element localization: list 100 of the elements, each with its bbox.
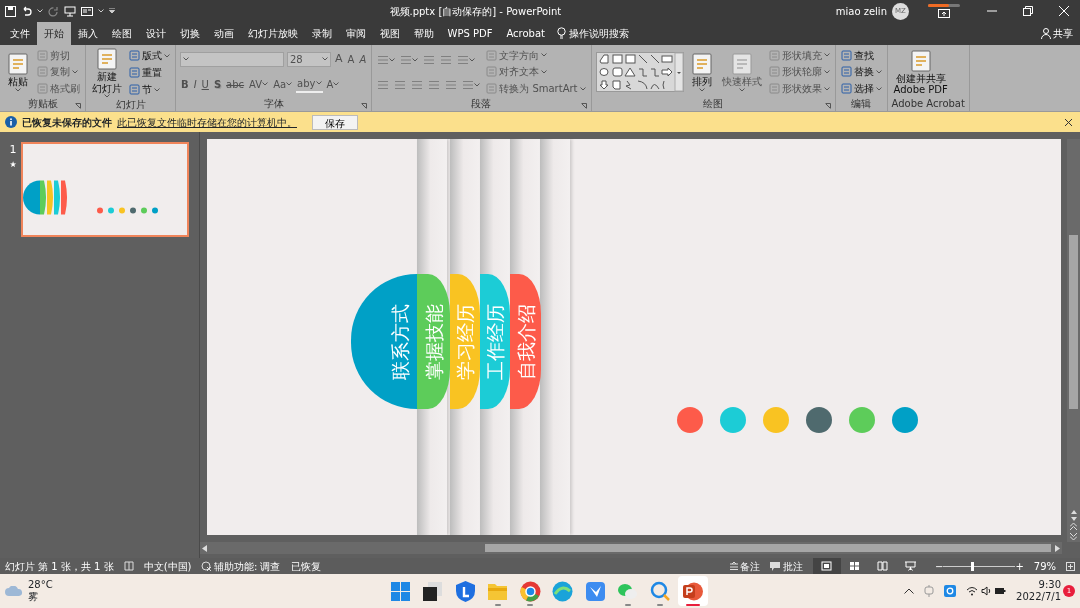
ribbon-button[interactable]: 创建并共享 Adobe PDF	[891, 48, 950, 96]
group-label: Adobe Acrobat	[891, 98, 965, 109]
zoom-in-button[interactable]: +	[1015, 558, 1024, 574]
tool-icon	[37, 49, 48, 61]
ribbon-display-icon[interactable]	[938, 9, 950, 18]
caret-icon	[183, 57, 189, 62]
lightbulb-icon	[557, 27, 566, 40]
ribbon-tab[interactable]: Acrobat	[499, 22, 552, 45]
weather-temperature[interactable]: 28°C	[28, 579, 53, 591]
tell-me-search[interactable]: 操作说明搜索	[568, 26, 629, 41]
save-icon[interactable]	[5, 5, 16, 17]
ribbon-tab[interactable]: 文件	[2, 22, 37, 45]
arrow-left-icon[interactable]	[202, 544, 207, 552]
presenter-icon[interactable]	[64, 5, 76, 17]
launcher-icon[interactable]	[824, 103, 831, 109]
ribbon-tab[interactable]: 绘图	[104, 22, 139, 45]
ribbon-tab[interactable]: 审阅	[338, 22, 373, 45]
lines-icon	[440, 54, 453, 65]
launcher-icon[interactable]	[361, 103, 368, 109]
ribbon-button[interactable]: 版式	[128, 50, 171, 61]
fit-slide-icon[interactable]	[1066, 561, 1075, 571]
zoom-out-button[interactable]: −	[935, 558, 944, 574]
caret-icon	[154, 87, 160, 92]
arrow-down-icon[interactable]	[1070, 516, 1077, 521]
ribbon-button[interactable]: 重置	[128, 67, 163, 78]
accessibility-icon[interactable]	[201, 561, 212, 571]
ribbon-button[interactable]: 粘贴	[4, 52, 32, 92]
chevron-up-icon[interactable]	[904, 588, 915, 594]
ribbon-tab[interactable]: 视图	[372, 22, 407, 45]
launcher-icon[interactable]	[75, 103, 81, 109]
accessibility-status[interactable]: 辅助功能: 调查	[213, 558, 281, 574]
clock-date[interactable]: 2022/7/1	[1016, 591, 1061, 604]
ribbon-tab[interactable]: 帮助	[406, 22, 441, 45]
launcher-icon[interactable]	[580, 103, 587, 109]
save-button[interactable]: 保存	[312, 114, 358, 130]
arrow-right-icon[interactable]	[1055, 544, 1060, 552]
slide-thumbnail[interactable]	[20, 142, 189, 237]
ribbon-tab[interactable]: 开始	[36, 22, 71, 45]
ribbon-tab[interactable]: 录制	[304, 22, 339, 45]
scroll-thumb[interactable]	[1069, 235, 1078, 409]
page-icon	[6, 52, 30, 77]
group-label: 剪贴板	[27, 98, 58, 109]
ribbon-tab[interactable]: 幻灯片放映	[240, 22, 305, 45]
device-icon[interactable]	[924, 585, 935, 597]
spelling-icon[interactable]	[123, 561, 134, 571]
group-label: 字体	[263, 98, 284, 109]
ribbon-tab[interactable]: WPS PDF	[440, 22, 500, 45]
ribbon-tab[interactable]: 动画	[206, 22, 241, 45]
ribbon-tab[interactable]: 切换	[172, 22, 207, 45]
lines-icon	[457, 54, 470, 65]
ribbon-tab[interactable]: 插入	[70, 22, 105, 45]
ribbon-button[interactable]: 排列	[687, 52, 716, 92]
zoom-slider-thumb[interactable]	[971, 561, 975, 571]
scroll-thumb[interactable]	[485, 544, 1051, 552]
shape-gallery[interactable]	[595, 52, 684, 92]
section-label: 工作经历	[483, 303, 507, 382]
restore-icon[interactable]	[1023, 6, 1033, 16]
running-indicator	[685, 604, 700, 606]
info-link[interactable]: 此已恢复文件临时存储在您的计算机中。	[117, 114, 297, 130]
customize-icon[interactable]	[109, 8, 115, 14]
ribbon-button[interactable]: 新建 幻灯片	[90, 47, 124, 98]
ribbon-tab[interactable]: 设计	[138, 22, 173, 45]
lines-icon	[411, 79, 424, 90]
ribbon-button[interactable]: 选择	[839, 83, 883, 95]
next-slide-icon[interactable]	[1070, 532, 1077, 540]
arrow-up-icon[interactable]	[1070, 510, 1077, 514]
speaker-icon[interactable]	[980, 586, 992, 596]
comment-icon	[770, 561, 781, 571]
caret-icon	[469, 57, 476, 62]
share-button[interactable]: 共享	[1033, 22, 1080, 45]
previous-slide-icon[interactable]	[1070, 523, 1077, 530]
caret-icon	[72, 70, 78, 74]
battery-icon[interactable]	[994, 586, 1007, 596]
undo-icon[interactable]	[21, 5, 32, 17]
caret-icon	[474, 82, 481, 87]
clock-time[interactable]: 9:30	[1038, 578, 1061, 591]
ribbon-button[interactable]: 节	[128, 84, 161, 95]
language-status[interactable]: 中文(中国)	[143, 558, 192, 574]
comments-button[interactable]: 批注	[770, 558, 803, 574]
running-indicator	[494, 604, 501, 606]
tool-icon	[840, 49, 852, 61]
redo-icon[interactable]	[48, 5, 59, 17]
group-label: 段落	[471, 98, 492, 109]
view-button[interactable]	[813, 558, 841, 574]
horizontal-scrollbar[interactable]	[200, 542, 1062, 554]
vertical-scrollbar[interactable]	[1067, 139, 1080, 542]
slide-layout-icon[interactable]	[81, 5, 93, 17]
q-app-icon[interactable]	[944, 585, 957, 597]
tool-icon	[768, 49, 780, 61]
tool-icon	[768, 83, 780, 95]
close-icon[interactable]	[1065, 118, 1072, 126]
weather-condition[interactable]: 雾	[28, 591, 53, 603]
normal-view-icon	[821, 561, 833, 571]
tool-icon	[37, 66, 48, 78]
notes-button[interactable]: 备注	[730, 558, 761, 574]
ribbon-button[interactable]: 查找	[839, 49, 875, 61]
wifi-icon[interactable]	[966, 586, 979, 596]
zoom-level[interactable]: 79%	[1033, 558, 1056, 574]
tool-icon	[129, 67, 140, 78]
ribbon-button[interactable]: 替换	[839, 66, 883, 78]
